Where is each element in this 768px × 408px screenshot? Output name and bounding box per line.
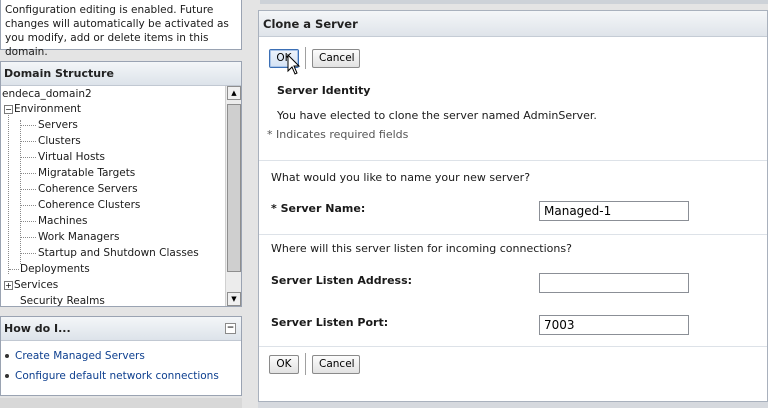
domain-structure-title: Domain Structure <box>1 62 241 86</box>
tree-item-label: Clusters <box>38 135 81 147</box>
tree-item-label: Work Managers <box>38 231 120 243</box>
tree-scrollbar[interactable]: ▲ ▼ <box>225 86 241 306</box>
mouse-pointer-icon <box>287 54 301 75</box>
tree-item-label: Services <box>14 279 59 291</box>
tree-item-environment-label: Environment <box>14 103 82 115</box>
tree-item-label: Security Realms <box>20 295 105 306</box>
how-do-i-panel: How do I... − Create Managed Servers Con… <box>0 316 242 396</box>
list-item: Configure default network connections <box>5 369 241 389</box>
arrow-up-icon[interactable]: ▲ <box>227 86 241 100</box>
section-title: Server Identity <box>277 84 371 97</box>
configure-network-connections-link[interactable]: Configure default network connections <box>15 370 219 382</box>
listen-port-input[interactable]: 7003 <box>539 315 689 335</box>
tree-item-coherence-clusters[interactable]: Coherence Clusters <box>38 197 140 213</box>
page-title: Clone a Server <box>259 11 767 37</box>
bottom-strip <box>258 402 768 408</box>
tree-item-label: Coherence Servers <box>38 183 138 195</box>
list-item: Create Managed Servers <box>5 349 241 369</box>
how-do-i-list: Create Managed Servers Configure default… <box>1 341 241 389</box>
tree-item-label: Machines <box>38 215 88 227</box>
clone-server-panel: Clone a Server OK Cancel Server Identity… <box>258 10 768 402</box>
domain-structure-panel: Domain Structure endeca_domain2 − Environ… <box>0 61 242 307</box>
tree-item-startup-shutdown-classes[interactable]: Startup and Shutdown Classes <box>38 245 199 261</box>
tree-item-deployments[interactable]: Deployments <box>20 261 90 277</box>
server-name-label: * Server Name: <box>271 202 366 215</box>
tree-root-domain[interactable]: endeca_domain2 <box>2 86 92 102</box>
tree-item-servers[interactable]: Servers <box>38 117 78 133</box>
bullet-icon <box>5 374 9 378</box>
server-name-input[interactable]: Managed-1 <box>539 201 689 221</box>
domain-tree: endeca_domain2 − Environment Servers Clus… <box>1 86 224 306</box>
divider <box>259 346 767 347</box>
button-separator <box>305 353 306 375</box>
tree-item-label: Deployments <box>20 263 90 275</box>
tree-item-machines[interactable]: Machines <box>38 213 87 229</box>
tree-item-services[interactable]: + Services <box>4 277 58 293</box>
clone-message: You have elected to clone the server nam… <box>277 109 597 122</box>
change-center-message: Configuration editing is enabled. Future… <box>0 0 242 58</box>
listen-port-label: Server Listen Port: <box>271 316 389 329</box>
divider <box>259 234 767 235</box>
tree-item-security-realms[interactable]: Security Realms <box>20 293 105 306</box>
bullet-icon <box>5 354 9 358</box>
create-managed-servers-link[interactable]: Create Managed Servers <box>15 350 145 362</box>
plus-box-icon[interactable]: + <box>4 280 13 290</box>
tree-item-virtual-hosts[interactable]: Virtual Hosts <box>38 149 105 165</box>
tree-root-label: endeca_domain2 <box>2 88 92 100</box>
tree-item-work-managers[interactable]: Work Managers <box>38 229 119 245</box>
ok-button-bottom[interactable]: OK <box>269 355 299 374</box>
cancel-button-bottom[interactable]: Cancel <box>312 355 360 374</box>
top-strip <box>260 0 768 4</box>
listen-address-input[interactable] <box>539 273 689 293</box>
arrow-down-icon[interactable]: ▼ <box>227 292 241 306</box>
minus-box-icon[interactable]: − <box>4 104 13 114</box>
tree-item-environment[interactable]: − Environment <box>4 101 81 117</box>
left-bottom-strip <box>0 398 242 408</box>
collapse-icon[interactable]: − <box>225 323 236 334</box>
tree-item-migratable-targets[interactable]: Migratable Targets <box>38 165 135 181</box>
tree-item-label: Migratable Targets <box>38 167 136 179</box>
required-note: * Indicates required fields <box>267 128 409 141</box>
cancel-button-top[interactable]: Cancel <box>312 49 360 68</box>
divider <box>259 160 767 161</box>
how-do-i-title-text: How do I... <box>4 322 71 335</box>
tree-item-coherence-servers[interactable]: Coherence Servers <box>38 181 138 197</box>
listen-address-label: Server Listen Address: <box>271 274 413 287</box>
how-do-i-title: How do I... − <box>1 317 241 341</box>
tree-item-label: Servers <box>38 119 78 131</box>
tree-item-label: Startup and Shutdown Classes <box>38 247 199 259</box>
scrollbar-thumb[interactable] <box>227 104 241 272</box>
change-center-text: Configuration editing is enabled. Future… <box>5 4 229 58</box>
tree-item-label: Virtual Hosts <box>38 151 106 163</box>
tree-item-label: Coherence Clusters <box>38 199 141 211</box>
name-question: What would you like to name your new ser… <box>271 171 531 184</box>
button-separator <box>305 47 306 69</box>
listen-question: Where will this server listen for incomi… <box>271 242 572 255</box>
tree-item-clusters[interactable]: Clusters <box>38 133 81 149</box>
